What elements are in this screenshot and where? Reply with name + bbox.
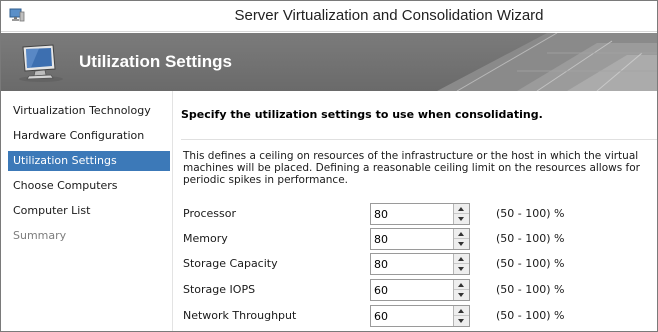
network-throughput-stepper[interactable] [370, 305, 470, 327]
setting-label: Storage Capacity [183, 257, 278, 270]
spin-up-icon[interactable] [454, 204, 469, 214]
sidebar-item-hardware-configuration[interactable]: Hardware Configuration [8, 126, 170, 146]
computer-monitor-icon [19, 44, 63, 82]
range-label: (50 - 100) % [496, 257, 565, 270]
spin-up-icon[interactable] [454, 229, 469, 239]
network-throughput-input[interactable] [371, 306, 453, 326]
memory-stepper[interactable] [370, 228, 470, 250]
spin-buttons [453, 204, 469, 224]
storage-capacity-stepper[interactable] [370, 253, 470, 275]
sidebar-item-choose-computers[interactable]: Choose Computers [8, 176, 170, 196]
main-content: Specify the utilization settings to use … [174, 91, 657, 331]
spin-buttons [453, 229, 469, 249]
spin-buttons [453, 306, 469, 326]
setting-label: Memory [183, 232, 228, 245]
range-label: (50 - 100) % [496, 232, 565, 245]
window-title: Server Virtualization and Consolidation … [234, 7, 544, 24]
sidebar-item-utilization-settings[interactable]: Utilization Settings [8, 151, 170, 171]
spin-buttons [453, 280, 469, 300]
setting-row-storage-capacity: Storage Capacity (50 - 100) % [174, 253, 657, 275]
spin-down-icon[interactable] [454, 214, 469, 224]
banner-decoration [437, 33, 657, 91]
storage-iops-input[interactable] [371, 280, 453, 300]
wizard-window: Server Virtualization and Consolidation … [0, 0, 658, 332]
section-heading: Specify the utilization settings to use … [181, 108, 543, 121]
banner: Utilization Settings [1, 33, 657, 91]
page-title: Utilization Settings [79, 52, 232, 71]
range-label: (50 - 100) % [496, 283, 565, 296]
spin-up-icon[interactable] [454, 254, 469, 264]
description-text: This defines a ceiling on resources of t… [183, 150, 640, 186]
wizard-steps-sidebar: Virtualization Technology Hardware Confi… [1, 91, 173, 331]
storage-capacity-input[interactable] [371, 254, 453, 274]
processor-stepper[interactable] [370, 203, 470, 225]
spin-down-icon[interactable] [454, 264, 469, 274]
setting-row-processor: Processor (50 - 100) % [174, 203, 657, 225]
setting-label: Processor [183, 207, 236, 220]
processor-input[interactable] [371, 204, 453, 224]
sidebar-item-computer-list[interactable]: Computer List [8, 201, 170, 221]
sidebar-item-summary: Summary [13, 229, 67, 242]
setting-label: Network Throughput [183, 309, 297, 322]
spin-up-icon[interactable] [454, 280, 469, 290]
sidebar-item-virtualization-technology[interactable]: Virtualization Technology [8, 101, 170, 121]
title-bar: Server Virtualization and Consolidation … [1, 1, 657, 32]
setting-row-memory: Memory (50 - 100) % [174, 228, 657, 250]
spin-down-icon[interactable] [454, 239, 469, 249]
spin-buttons [453, 254, 469, 274]
setting-row-storage-iops: Storage IOPS (50 - 100) % [174, 279, 657, 301]
setting-row-network-throughput: Network Throughput (50 - 100) % [174, 305, 657, 327]
storage-iops-stepper[interactable] [370, 279, 470, 301]
range-label: (50 - 100) % [496, 207, 565, 220]
memory-input[interactable] [371, 229, 453, 249]
range-label: (50 - 100) % [496, 309, 565, 322]
spin-down-icon[interactable] [454, 290, 469, 300]
setting-label: Storage IOPS [183, 283, 256, 296]
spin-down-icon[interactable] [454, 316, 469, 326]
spin-up-icon[interactable] [454, 306, 469, 316]
divider [181, 139, 657, 140]
